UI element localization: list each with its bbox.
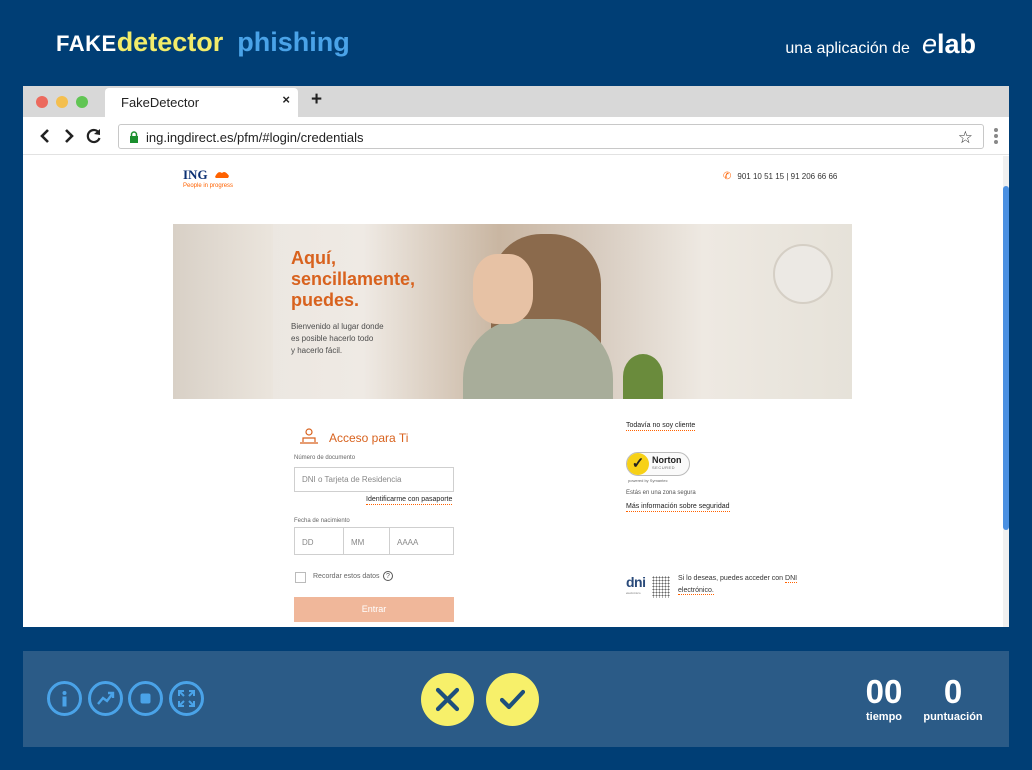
norton-check-icon: ✓ [627, 453, 649, 475]
score-counter: 0 puntuación [915, 673, 991, 723]
time-counter: 00 tiempo [861, 673, 907, 723]
stop-icon[interactable] [128, 681, 163, 716]
phone-icon: ✆ [723, 171, 732, 182]
forward-icon[interactable] [60, 126, 78, 146]
doc-label: Número de documento [294, 455, 356, 461]
document-input[interactable]: DNI o Tarjeta de Residencia [294, 467, 454, 492]
ing-tagline: People in progress [183, 183, 234, 189]
reject-button[interactable] [421, 673, 474, 726]
hero-title: Aquí, sencillamente, puedes. [291, 248, 416, 310]
norton-secured-badge: ✓ Norton SECURED powered by Symantec [626, 452, 690, 483]
phone-numbers: ✆ 901 10 51 15 | 91 206 66 66 [723, 171, 838, 182]
score-label: puntuación [923, 711, 983, 723]
stats-icon[interactable] [88, 681, 123, 716]
control-bar: 00 tiempo 0 puntuación [23, 651, 1009, 747]
hero-subtitle: Bienvenido al lugar donde es posible hac… [291, 322, 384, 355]
browser-window: FakeDetector × + ing.ingdirect.es/pfm/#l… [23, 86, 1009, 627]
new-tab-button[interactable]: + [311, 89, 322, 111]
logo-fake: FAKE [56, 31, 117, 56]
scrollbar-thumb[interactable] [1003, 186, 1009, 530]
credit: una aplicación de elab [785, 29, 976, 60]
window-minimize-dot[interactable] [56, 96, 68, 108]
page-viewport: ING People in progress ✆ 901 10 51 15 | 9… [23, 156, 1009, 627]
reload-icon[interactable] [85, 126, 103, 146]
tab-bar: FakeDetector × + [23, 86, 1009, 117]
dni-logo: dni electrónico [626, 574, 670, 598]
help-icon[interactable]: ? [383, 571, 393, 581]
url-field[interactable]: ing.ingdirect.es/pfm/#login/credentials … [118, 124, 984, 149]
window-maximize-dot[interactable] [76, 96, 88, 108]
logo-detector: detector [116, 27, 224, 57]
birth-year-input[interactable]: AAAA [389, 527, 454, 555]
passport-link[interactable]: Identificarme con pasaporte [366, 496, 453, 505]
window-close-dot[interactable] [36, 96, 48, 108]
enter-button[interactable]: Entrar [294, 597, 454, 622]
score-value: 0 [943, 673, 963, 710]
back-icon[interactable] [36, 126, 54, 146]
fullscreen-icon[interactable] [169, 681, 204, 716]
safe-zone-text: Estás en una zona segura [626, 490, 696, 496]
info-icon[interactable] [47, 681, 82, 716]
birth-day-input[interactable]: DD [294, 527, 347, 555]
time-value: 00 [865, 673, 903, 710]
mode-label: phishing [237, 27, 350, 57]
app-header: FAKEdetector phishing una aplicación de e… [0, 0, 1032, 86]
bookmark-star-icon[interactable]: ☆ [958, 128, 973, 148]
tab-close-icon[interactable]: × [282, 92, 290, 107]
tab-fakedetector[interactable]: FakeDetector × [105, 88, 298, 117]
address-bar: ing.ingdirect.es/pfm/#login/credentials … [23, 117, 1009, 155]
hero-plant [773, 244, 833, 304]
scrollbar-track[interactable] [1003, 156, 1009, 627]
person-icon [299, 428, 319, 447]
hero-banner: Aquí, sencillamente, puedes. Bienvenido … [173, 224, 852, 399]
remember-label: Recordar estos datos [313, 573, 380, 580]
app-logo: FAKEdetector phishing [56, 27, 350, 58]
ing-logo[interactable]: ING People in progress [183, 166, 233, 189]
birth-label: Fecha de nacimiento [294, 518, 350, 524]
dni-text: Si lo deseas, puedes acceder con DNI ele… [678, 575, 798, 595]
lock-icon [129, 130, 139, 148]
not-client-link[interactable]: Todavía no soy cliente [626, 422, 696, 431]
browser-menu-icon[interactable] [993, 126, 999, 148]
remember-checkbox[interactable] [295, 572, 306, 583]
tab-title: FakeDetector [121, 95, 200, 110]
more-security-link[interactable]: Más información sobre seguridad [626, 503, 730, 512]
url-text: ing.ingdirect.es/pfm/#login/credentials [146, 130, 364, 145]
check-icon [500, 689, 525, 710]
x-icon [435, 687, 460, 712]
credit-text: una aplicación de [785, 40, 910, 57]
elab-logo: elab [921, 29, 976, 59]
time-label: tiempo [865, 711, 903, 723]
accept-button[interactable] [486, 673, 539, 726]
access-title: Acceso para Ti [299, 428, 408, 447]
